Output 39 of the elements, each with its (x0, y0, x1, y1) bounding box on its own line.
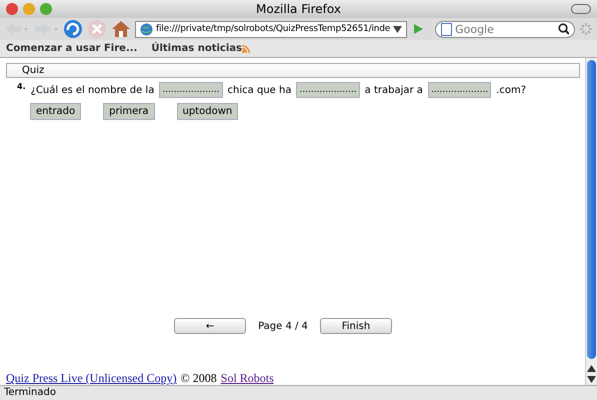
dropdown-icon[interactable] (393, 26, 402, 32)
bookmark-link[interactable]: Comenzar a usar Fire... (6, 43, 138, 54)
page-indicator: Page 4 / 4 (258, 320, 308, 332)
owner-link[interactable]: Sol Robots (220, 372, 274, 385)
search-field[interactable]: Google (435, 20, 575, 38)
toolbar-toggle-icon[interactable] (571, 4, 591, 14)
finish-button[interactable]: Finish (320, 318, 392, 334)
scrollbar[interactable] (585, 58, 597, 385)
question-text: .com? (496, 84, 526, 96)
blank-drop-field[interactable]: .................... (296, 82, 360, 98)
home-icon[interactable] (111, 19, 131, 39)
scroll-up-icon[interactable] (587, 365, 596, 372)
copyright-text: © 2008 (180, 372, 217, 385)
bookmark-link[interactable]: Últimas noticias (151, 43, 242, 54)
question-text: chica que ha (228, 84, 292, 96)
quiz-header: Quiz (6, 63, 580, 78)
question-number: 4. (17, 82, 26, 91)
answer-choice[interactable]: primera (103, 103, 154, 120)
footer-link[interactable]: Quiz Press Live (Unlicensed Copy) (6, 372, 177, 385)
loading-spinner-icon (579, 22, 593, 36)
globe-icon (140, 22, 153, 36)
question-text: ¿Cuál es el nombre de la (30, 84, 154, 96)
scrollbar-thumb[interactable] (587, 60, 596, 359)
question-text: a trabajar a (364, 84, 423, 96)
blank-drop-field[interactable]: .................... (428, 82, 492, 98)
rss-feed-icon (242, 44, 250, 52)
close-icon[interactable] (6, 3, 18, 15)
answer-choice[interactable]: entrado (30, 103, 82, 120)
status-bar: Terminado (0, 385, 597, 400)
scroll-down-icon[interactable] (587, 376, 596, 383)
window-title: Mozilla Firefox (255, 2, 342, 16)
go-icon[interactable] (411, 22, 425, 36)
answer-choice[interactable]: uptodown (176, 103, 238, 120)
address-bar[interactable]: file:///private/tmp/solrobots/QuizPressTemp52651/inde (135, 20, 407, 38)
search-icon[interactable] (558, 23, 569, 35)
reload-icon[interactable] (63, 19, 83, 39)
blank-drop-field[interactable]: .................... (159, 82, 223, 98)
zoom-icon[interactable] (40, 3, 52, 15)
back-button[interactable]: ← (174, 318, 246, 334)
